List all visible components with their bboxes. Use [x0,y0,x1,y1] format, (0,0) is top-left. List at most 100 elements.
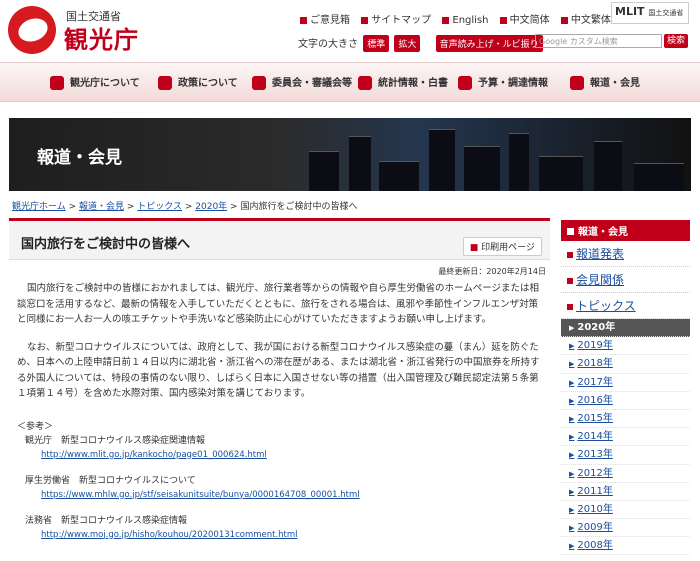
hero-banner: 報道・会見 [9,118,691,191]
square-bullet-icon [567,251,573,258]
triangle-right-icon: ▶ [569,324,575,332]
skyline-building [379,161,419,191]
sidebar-year[interactable]: ▶ 2011年 [561,483,690,501]
reference-label: 厚生労働省 新型コロナウイルスについて [25,475,196,486]
year-label: 2020年 [577,322,616,333]
breadcrumb: 観光庁ホーム > 報道・会見 > トピックス > 2020年 > 国内旅行をご検… [12,202,358,212]
year-label: 2014年 [577,431,613,443]
site-header: 国土交通省 観光庁 ご意見箱 サイトマップ English 中文简体 中文繁体 … [0,0,700,62]
agency-logo-icon[interactable] [8,6,56,54]
triangle-right-icon: ▶ [569,360,575,369]
speech-ruby-button[interactable]: 音声読み上げ・ルビ振り [435,35,543,52]
sidebar-year[interactable]: ▶ 2015年 [561,410,690,429]
nav-label: 統計情報・白書 [378,78,448,89]
search-input[interactable]: Google カスタム検索 [535,34,662,48]
hero-title: 報道・会見 [37,148,122,168]
sidebar-year[interactable]: ▶ 2012年 [561,465,690,483]
font-size-label: 文字の大きさ [298,39,358,50]
skyline-building [539,156,583,191]
triangle-right-icon: ▶ [569,433,575,442]
nav-label: 予算・調達情報 [478,78,548,89]
nav-committee[interactable]: 委員会・審議会等 [252,74,352,90]
top-link-chinese-traditional[interactable]: 中文繁体 [560,15,611,26]
sidebar-item-label: 報道発表 [576,247,625,261]
chart-icon [358,76,372,90]
square-bullet-icon [567,228,574,235]
breadcrumb-current: 国内旅行をご検討中の皆様へ [240,202,358,212]
square-bullet-icon [499,16,507,24]
article-body: 国内旅行をご検討中の皆様におかれましては、観光庁、旅行業者等からの情報や自ら厚生… [9,281,550,402]
top-link-label: 中文繁体 [570,15,611,26]
skyline-building [429,129,455,191]
top-link-chinese-simplified[interactable]: 中文简体 [499,15,550,26]
page-title: 国内旅行をご検討中の皆様へ [21,237,191,252]
sidebar-year[interactable]: ▶ 2008年 [561,537,690,556]
global-nav: 観光庁について 政策について 委員会・審議会等 統計情報・白書 予算・調達情報 … [0,62,700,102]
references: ＜参考＞ 観光庁 新型コロナウイルス感染症関連情報 http://www.mlit… [17,420,542,542]
top-link-sitemap[interactable]: サイトマップ [361,15,431,26]
skyline-building [464,146,500,191]
microphone-icon [570,76,584,90]
square-bullet-icon [560,16,568,24]
print-button[interactable]: ■ 印刷用ページ [462,237,542,256]
sidebar-year[interactable]: ▶ 2017年 [561,374,690,392]
last-updated: 最終更新日：2020年2月14日 [438,267,546,276]
nav-policy[interactable]: 政策について [158,74,238,90]
triangle-right-icon: ▶ [569,451,575,460]
sidebar-year[interactable]: ▶ 2010年 [561,501,690,520]
nav-label: 政策について [178,78,238,89]
mlit-logo-text: MLIT [615,5,645,18]
reference-link[interactable]: http://www.moj.go.jp/hisho/kouhou/202001… [25,528,542,542]
year-label: 2018年 [577,358,613,370]
top-link-feedback[interactable]: ご意見箱 [300,15,350,26]
font-standard-button[interactable]: 標準 [363,35,390,52]
nav-label: 報道・会見 [590,78,640,89]
reference-link[interactable]: https://www.mhlw.go.jp/stf/seisakunitsui… [25,488,542,502]
skyline-building [509,133,529,191]
mlit-logo[interactable]: MLIT 国土交通省 [611,2,689,24]
skyline-building [349,136,371,191]
reference-item: 法務省 新型コロナウイルス感染症情報 http://www.moj.go.jp/h… [17,514,542,542]
sidebar-year[interactable]: ▶ 2014年 [561,428,690,447]
main-content: 国内旅行をご検討中の皆様へ ■ 印刷用ページ 最終更新日：2020年2月14日 … [9,218,550,561]
nav-statistics[interactable]: 統計情報・白書 [358,74,448,90]
square-bullet-icon [567,303,573,310]
sidebar-year[interactable]: ▶ 2019年 [561,337,690,356]
breadcrumb-topics[interactable]: トピックス [137,202,182,212]
square-bullet-icon [361,16,369,24]
sidebar-year[interactable]: ▶ 2018年 [561,355,690,374]
reference-label: 観光庁 新型コロナウイルス感染症関連情報 [25,435,206,446]
breadcrumb-press[interactable]: 報道・会見 [79,202,124,212]
top-link-english[interactable]: English [442,15,488,26]
nav-about[interactable]: 観光庁について [50,74,140,90]
print-label: 印刷用ページ [481,243,535,253]
sidebar-year[interactable]: ▶ 2013年 [561,446,690,465]
references-title: ＜参考＞ [17,421,54,432]
sidebar-item-press-release[interactable]: 報道発表 [561,241,690,267]
year-label: 2011年 [577,485,613,497]
nav-budget[interactable]: 予算・調達情報 [458,74,548,90]
year-label: 2017年 [577,376,613,388]
breadcrumb-home[interactable]: 観光庁ホーム [12,202,66,212]
square-bullet-icon [442,16,450,24]
triangle-right-icon: ▶ [569,524,575,533]
nav-press[interactable]: 報道・会見 [570,74,640,90]
font-large-button[interactable]: 拡大 [394,35,421,52]
reference-link[interactable]: http://www.mlit.go.jp/kankocho/page01_00… [25,448,542,462]
sidebar-year-2020[interactable]: ▶ 2020年 [561,319,690,338]
nav-label: 委員会・審議会等 [272,78,352,89]
sidebar-year[interactable]: ▶ 2016年 [561,392,690,410]
sidebar-year[interactable]: ▶ 2009年 [561,519,690,538]
paragraph-1: 国内旅行をご検討中の皆様におかれましては、観光庁、旅行業者等からの情報や自ら厚生… [17,283,540,325]
agency-name[interactable]: 観光庁 [64,20,139,55]
breadcrumb-year[interactable]: 2020年 [195,202,227,212]
pen-icon [158,76,172,90]
sidebar-title-label: 報道・会見 [578,227,628,238]
sidebar-title: 報道・会見 [561,220,690,241]
sidebar-item-conference[interactable]: 会見関係 [561,267,690,293]
sidebar-item-label: トピックス [576,299,636,313]
skyline-building [309,151,339,191]
search-button[interactable]: 検索 [664,34,688,48]
year-label: 2008年 [577,540,613,552]
sidebar-item-topics[interactable]: トピックス [561,293,690,319]
